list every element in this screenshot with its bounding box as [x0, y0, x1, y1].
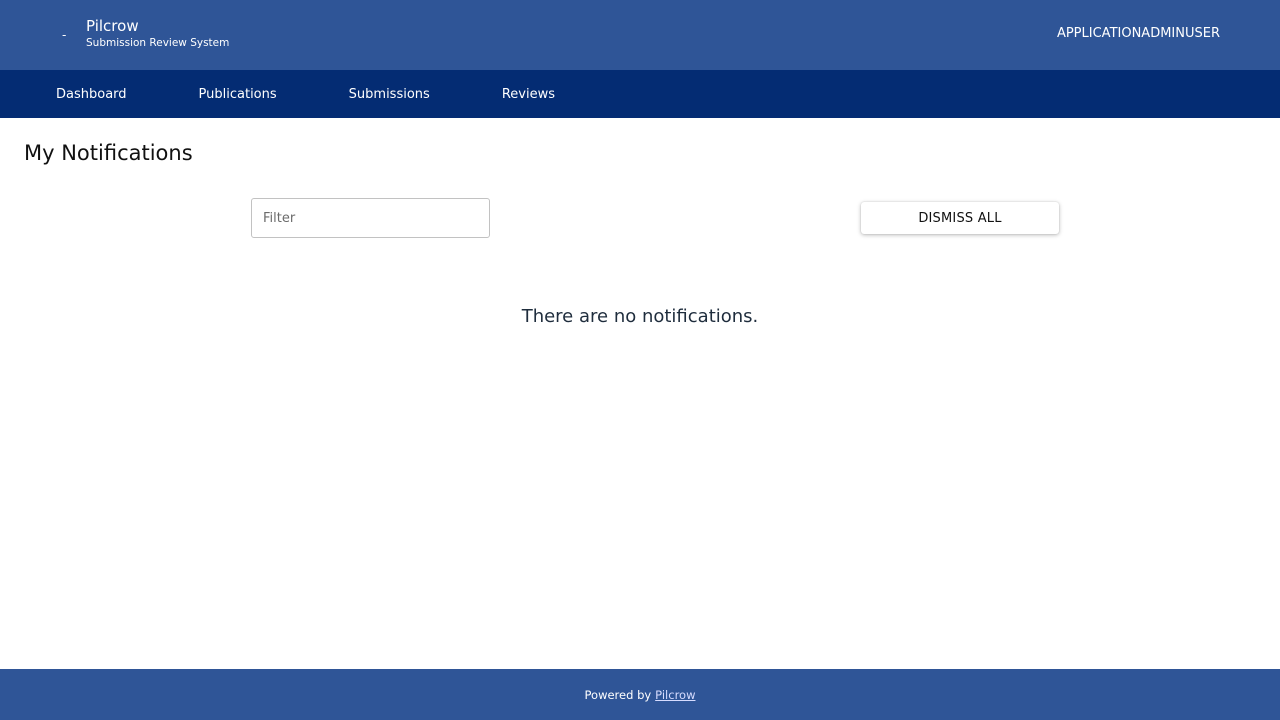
app-page: - Pilcrow Submission Review System APPLI… — [0, 0, 1280, 720]
nav-item-submissions[interactable]: Submissions — [313, 70, 466, 118]
dismiss-all-button[interactable]: DISMISS ALL — [861, 202, 1059, 234]
page-title: My Notifications — [24, 141, 193, 165]
pilcrow-footer-link[interactable]: Pilcrow — [655, 688, 695, 702]
nav-item-publications[interactable]: Publications — [163, 70, 313, 118]
app-name[interactable]: Pilcrow — [86, 17, 139, 35]
main-nav: Dashboard Publications Submissions Revie… — [0, 70, 1280, 118]
app-header: - Pilcrow Submission Review System APPLI… — [0, 0, 1280, 70]
app-footer: Powered by Pilcrow — [0, 669, 1280, 720]
app-subtitle: Submission Review System — [86, 37, 230, 49]
empty-notifications-message: There are no notifications. — [521, 306, 759, 327]
powered-by-text: Powered by — [584, 687, 652, 702]
filter-input[interactable] — [251, 198, 490, 238]
user-menu-button[interactable]: APPLICATIONADMINUSER — [1057, 26, 1220, 41]
nav-item-dashboard[interactable]: Dashboard — [20, 70, 163, 118]
logo-mark-icon[interactable]: - — [62, 28, 66, 42]
nav-item-reviews[interactable]: Reviews — [466, 70, 591, 118]
